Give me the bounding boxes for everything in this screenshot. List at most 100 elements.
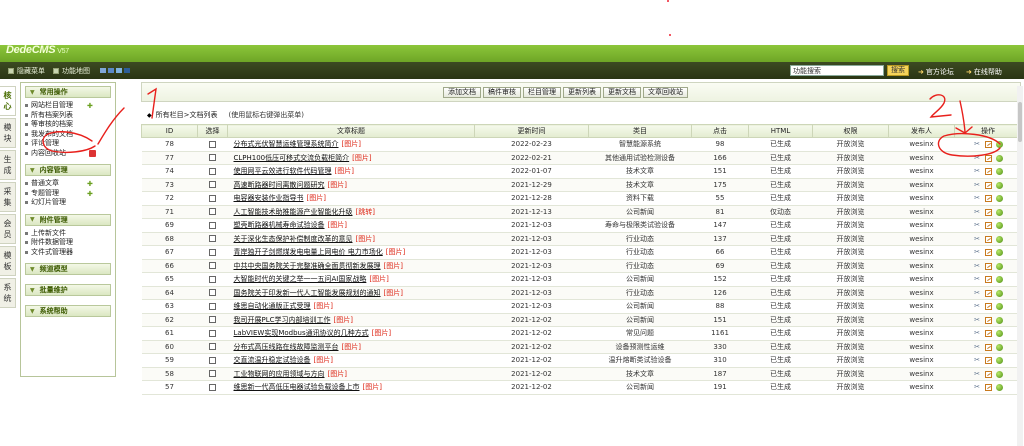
table-row[interactable]: 69 塑壳断路器机械寿命试验设备 [图片] 2021-12-03 寿命与极限类试验设备 1…: [141, 218, 1022, 233]
tools-icon[interactable]: ✂: [973, 343, 981, 351]
vtab-6[interactable]: 系统: [0, 278, 16, 308]
table-row[interactable]: 73 高速断路器时间离散问题研究 [图片] 2021-12-29 技术文章 175 已生成开…: [141, 178, 1022, 192]
toolbar-button[interactable]: 更新列表: [563, 87, 601, 98]
theme-swatch[interactable]: [116, 68, 122, 73]
vtab-0[interactable]: 核心: [0, 86, 16, 116]
edit-icon[interactable]: [985, 141, 992, 149]
row-checkbox[interactable]: [209, 370, 216, 378]
article-title-link[interactable]: 国务院关于印发新一代人工智能发展规划的通知: [234, 289, 381, 297]
preview-icon[interactable]: [996, 141, 1003, 149]
row-checkbox[interactable]: [209, 221, 216, 229]
sidebar-item[interactable]: 幻灯片管理: [21, 198, 115, 208]
toolbar-button[interactable]: 栏目管理: [523, 87, 561, 98]
sidebar-item[interactable]: 普通文章 ✚: [21, 179, 115, 189]
tools-icon[interactable]: ✂: [973, 303, 981, 310]
article-title-link[interactable]: 维思新一代高低压电器试验负载设备上市: [234, 383, 360, 391]
row-checkbox[interactable]: [209, 343, 216, 351]
preview-icon[interactable]: [996, 303, 1003, 311]
row-checkbox[interactable]: [209, 194, 216, 202]
row-checkbox[interactable]: [209, 383, 216, 391]
table-row[interactable]: 67 青岸独开子剑燃煤发电电量上网电价 电力市场化 [图片] 2021-12-03 行业…: [141, 245, 1022, 260]
row-checkbox[interactable]: [209, 275, 216, 283]
preview-icon[interactable]: [996, 276, 1003, 284]
table-row[interactable]: 71 人工智能技术助推能源产业智能化升级 [跳转] 2021-12-13 公司新闻 81 仅…: [141, 205, 1022, 219]
sidebar-group-1[interactable]: ▼ 内容管理: [25, 164, 111, 176]
table-row[interactable]: 58 工业物联网的应用领域与方向 [图片] 2021-12-02 技术文章 187 已生成开…: [141, 367, 1022, 381]
search-input[interactable]: [790, 65, 884, 76]
tools-icon[interactable]: ✂: [973, 249, 981, 256]
row-checkbox[interactable]: [209, 154, 216, 162]
tools-icon[interactable]: ✂: [973, 384, 981, 391]
vtab-1[interactable]: 模块: [0, 118, 16, 148]
article-title-link[interactable]: LabVIEW实现Modbus通讯协议的几种方式: [234, 329, 369, 337]
row-checkbox[interactable]: [209, 262, 216, 270]
article-title-link[interactable]: 维思自动化通版正式受理: [234, 302, 311, 310]
preview-icon[interactable]: [996, 289, 1003, 297]
tools-icon[interactable]: ✂: [973, 181, 981, 189]
table-row[interactable]: 65 大智能时代的关键之举一一五问AI国家战略 [图片] 2021-12-03 公司新闻…: [141, 272, 1022, 287]
edit-icon[interactable]: [985, 235, 992, 243]
sidebar-item[interactable]: 上传新文件: [21, 229, 115, 239]
edit-icon[interactable]: [985, 384, 992, 392]
preview-icon[interactable]: [996, 195, 1003, 203]
edit-icon[interactable]: [985, 330, 992, 338]
article-title-link[interactable]: 中共中央国务院关于完整准确全面贯彻新发展理: [234, 262, 381, 270]
preview-icon[interactable]: [996, 384, 1003, 392]
row-checkbox[interactable]: [209, 248, 216, 256]
sidebar-item[interactable]: 内容回收站: [21, 149, 115, 159]
article-title-link[interactable]: 电容器安装作业指导书: [234, 194, 304, 202]
toolbar-button[interactable]: 更新文档: [603, 87, 641, 98]
row-checkbox[interactable]: [209, 235, 216, 243]
sidebar-item[interactable]: 专题管理 ✚: [21, 189, 115, 199]
edit-icon[interactable]: [985, 262, 992, 270]
sidebar-item[interactable]: 评论管理: [21, 139, 115, 149]
article-title-link[interactable]: 工业物联网的应用领域与方向: [234, 370, 325, 378]
preview-icon[interactable]: [996, 235, 1003, 243]
search-button[interactable]: 搜索: [887, 65, 909, 76]
table-row[interactable]: 74 使用网平云效进行软件代码管理 [图片] 2022-01-07 技术文章 151 已生成…: [141, 164, 1022, 179]
vtab-2[interactable]: 生成: [0, 150, 16, 180]
tools-icon[interactable]: ✂: [973, 235, 981, 243]
edit-icon[interactable]: [985, 181, 992, 189]
row-checkbox[interactable]: [209, 181, 216, 189]
preview-icon[interactable]: [996, 330, 1003, 338]
sidebar-item[interactable]: 网站栏目管理 ✚: [21, 101, 115, 111]
article-title-link[interactable]: 人工智能技术助推能源产业智能化升级: [234, 208, 353, 216]
table-row[interactable]: 72 电容器安装作业指导书 [图片] 2021-12-28 资料下载 55 已生成 开放浏览 w…: [141, 191, 1022, 206]
row-checkbox[interactable]: [209, 167, 216, 175]
add-icon[interactable]: ✚: [87, 180, 95, 188]
article-title-link[interactable]: CLPH100低压可移式交流负载柜简介: [234, 154, 350, 162]
vtab-3[interactable]: 采集: [0, 182, 16, 212]
row-checkbox[interactable]: [209, 140, 216, 148]
article-title-link[interactable]: 使用网平云效进行软件代码管理: [234, 167, 332, 175]
preview-icon[interactable]: [996, 370, 1003, 378]
sidebar-item[interactable]: 所有档案列表: [21, 111, 115, 121]
function-map-link[interactable]: 功能地图: [53, 66, 90, 76]
edit-icon[interactable]: [985, 370, 992, 378]
sidebar-group-5[interactable]: ▼ 系统帮助: [25, 305, 111, 317]
edit-icon[interactable]: [985, 357, 992, 365]
edit-icon[interactable]: [985, 222, 992, 230]
article-title-link[interactable]: 高速断路器时间离散问题研究: [234, 181, 325, 189]
article-title-link[interactable]: 交直流温升稳定试验设备: [234, 356, 311, 364]
row-checkbox[interactable]: [209, 302, 216, 310]
edit-icon[interactable]: [985, 343, 992, 351]
toolbar-button[interactable]: 文章回收站: [643, 87, 688, 98]
article-title-link[interactable]: 青岸独开子剑燃煤发电电量上网电价 电力市场化: [234, 248, 383, 256]
table-row[interactable]: 63 维思自动化通版正式受理 [图片] 2021-12-03 公司新闻 88 已生成 开放浏览…: [141, 299, 1022, 314]
article-title-link[interactable]: 分布式高压线路在线故障监测平台: [234, 343, 339, 351]
tools-icon[interactable]: ✂: [973, 208, 981, 216]
preview-icon[interactable]: [996, 357, 1003, 365]
tools-icon[interactable]: ✂: [973, 289, 981, 297]
preview-icon[interactable]: [996, 249, 1003, 257]
article-title-link[interactable]: 大智能时代的关键之举一一五问AI国家战略: [234, 275, 367, 283]
tools-icon[interactable]: ✂: [973, 222, 981, 229]
row-checkbox[interactable]: [209, 329, 216, 337]
table-row[interactable]: 57 维思新一代高低压电器试验负载设备上市 [图片] 2021-12-02 公司新闻 19…: [141, 380, 1022, 395]
row-checkbox[interactable]: [209, 289, 216, 297]
preview-icon[interactable]: [996, 343, 1003, 351]
table-row[interactable]: 78 分布式光伏智慧运维管理系统简介 [图片] 2022-02-23 智慧能源系统 98 已…: [141, 137, 1022, 152]
preview-icon[interactable]: [996, 168, 1003, 176]
tools-icon[interactable]: ✂: [973, 141, 981, 148]
toolbar-button[interactable]: 稿件审核: [483, 87, 521, 98]
